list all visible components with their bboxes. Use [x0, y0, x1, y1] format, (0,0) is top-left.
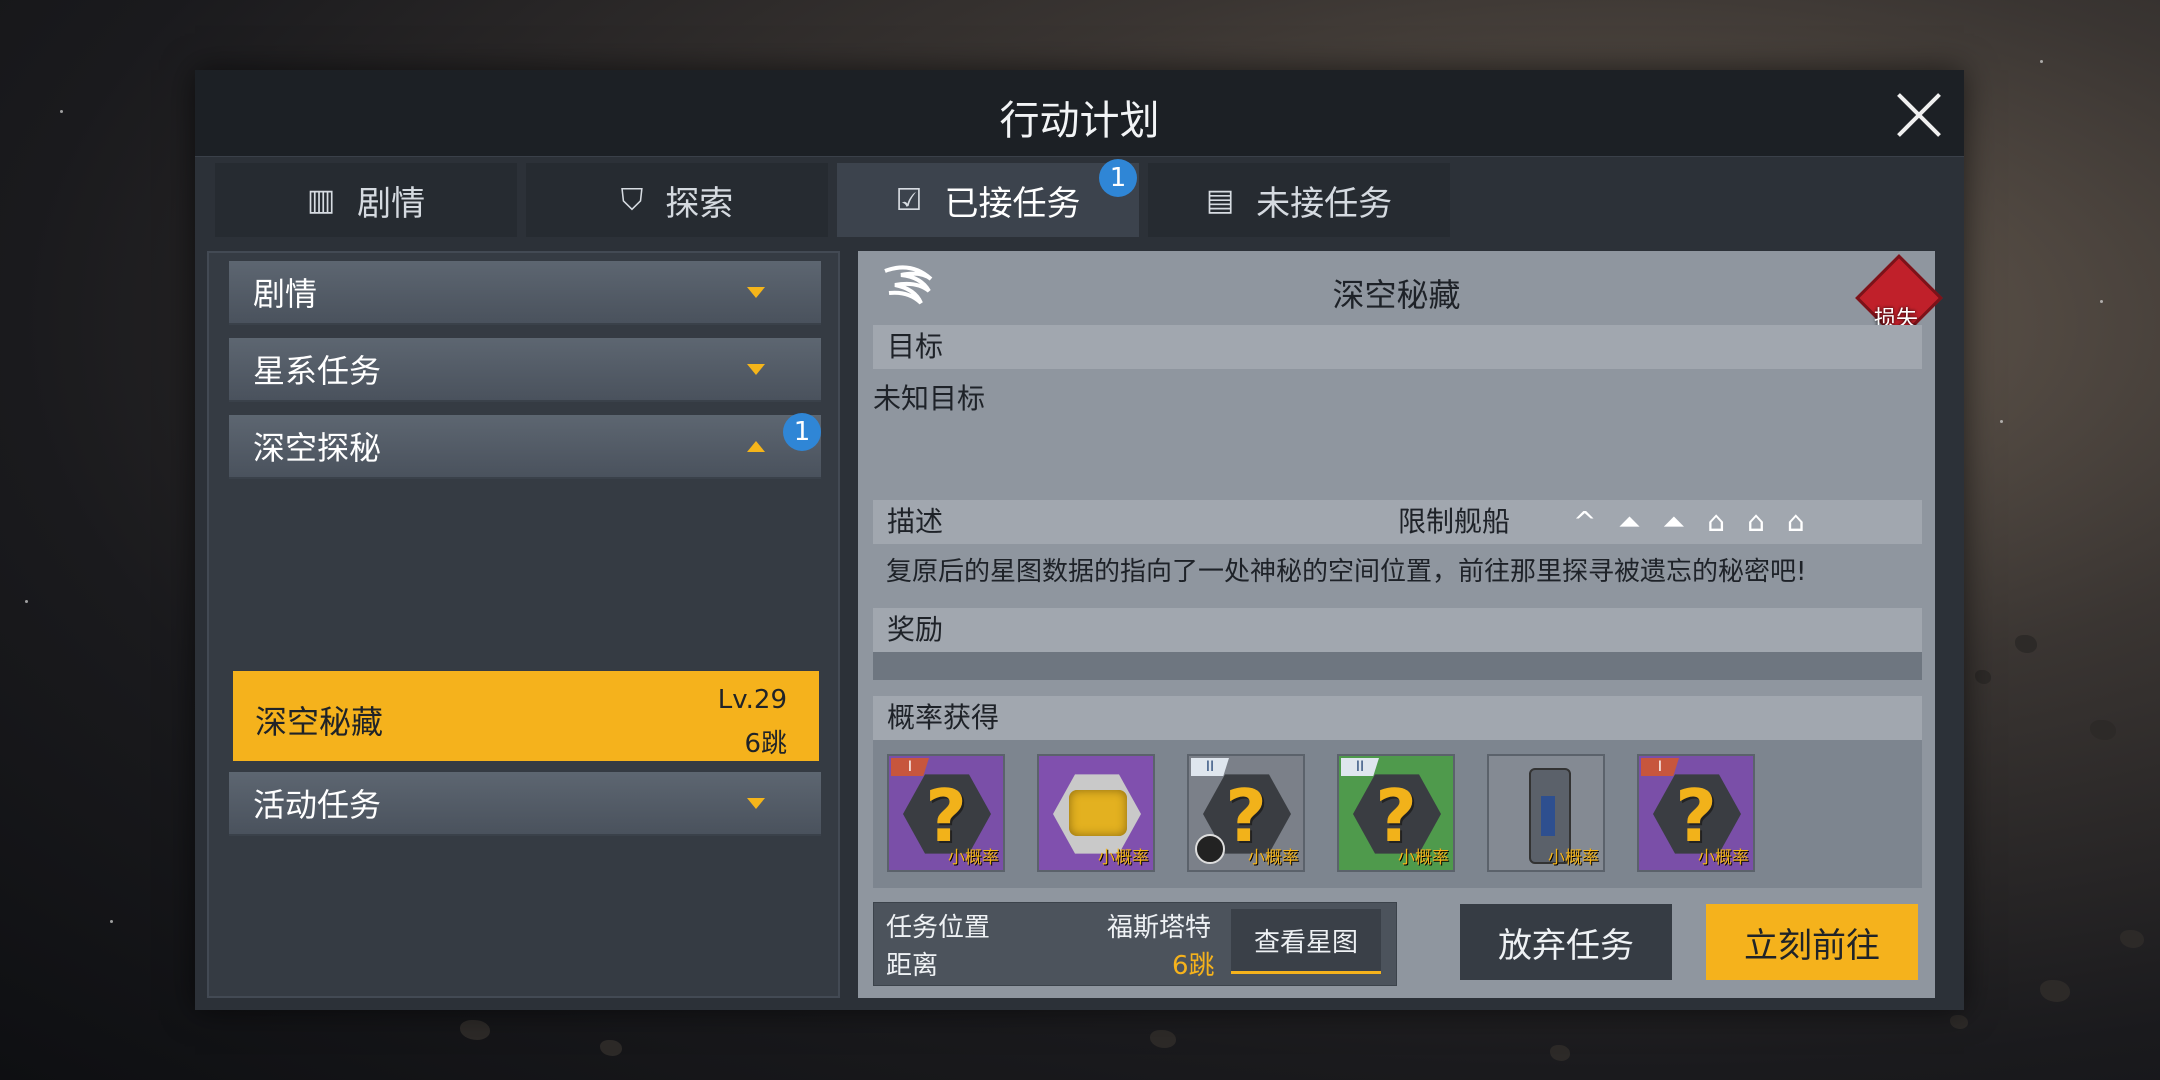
description-text: 复原后的星图数据的指向了一处神秘的空间位置，前往那里探寻被遗忘的秘密吧!	[886, 557, 1807, 587]
chance-header: 概率获得	[873, 696, 1922, 740]
distance-label: 距离	[886, 951, 939, 981]
mission-level: Lv.29	[717, 685, 787, 715]
tab-story[interactable]: ▥ 剧情	[215, 163, 517, 237]
rank-badge: II	[1341, 758, 1379, 776]
ship-limit-label: 限制舰船	[1398, 505, 1511, 538]
ship-class-icons: ^ ⏶ ⏶ ⌂ ⌂ ⌂	[1573, 500, 1805, 544]
chance-tag: 小概率	[1698, 848, 1749, 868]
explore-icon: ⛉	[620, 182, 644, 218]
reward-item[interactable]: ? II 小概率	[1187, 754, 1305, 872]
canister-core	[1541, 796, 1555, 836]
book-icon: ▥	[306, 182, 336, 218]
category-galaxy-tasks[interactable]: 星系任务	[229, 338, 821, 402]
frigate-icon: ^	[1573, 505, 1597, 538]
view-starmap-button[interactable]: 查看星图	[1231, 909, 1381, 974]
pending-task-icon: ▤	[1205, 182, 1235, 218]
cruiser-icon: ⏶	[1662, 505, 1686, 538]
reward-item[interactable]: ? I 小概率	[887, 754, 1005, 872]
tab-label: 探索	[665, 183, 734, 224]
mission-item-selected[interactable]: 深空秘藏 Lv.29 6跳	[233, 671, 819, 761]
chevron-down-icon	[747, 798, 765, 809]
mission-plan-window: 行动计划 ▥ 剧情 ⛉ 探索 ☑ 已接任务 1 ▤ 未接任务 剧情 星系任务 深…	[195, 70, 1964, 1010]
category-story[interactable]: 剧情	[229, 261, 821, 325]
goal-header: 目标	[873, 325, 1922, 369]
category-label: 剧情	[253, 275, 318, 313]
battlecruiser-icon: ⌂	[1707, 505, 1726, 538]
reward-bar	[873, 652, 1922, 680]
chance-tag: 小概率	[1548, 848, 1599, 868]
category-label: 深空探秘	[253, 429, 382, 467]
battleship-icon: ⌂	[1747, 505, 1765, 538]
category-deep-space[interactable]: 深空探秘 1	[229, 413, 821, 479]
gold-ore-icon	[1069, 790, 1127, 836]
title-bar: 行动计划	[195, 70, 1964, 157]
tab-label: 剧情	[357, 183, 426, 224]
go-now-button[interactable]: 立刻前往	[1706, 904, 1918, 980]
reward-item[interactable]: 小概率	[1037, 754, 1155, 872]
notification-badge: 1	[783, 413, 821, 451]
location-value: 福斯塔特	[1107, 913, 1212, 943]
mission-jumps: 6跳	[744, 729, 787, 759]
chevron-down-icon	[747, 287, 765, 298]
category-event-tasks[interactable]: 活动任务	[229, 772, 821, 836]
mission-detail-panel: 深空秘藏 损失 目标 未知目标 描述 限制舰船 ^ ⏶ ⏶ ⌂ ⌂ ⌂ 复原后的…	[858, 251, 1943, 998]
loss-warning-badge: 损失	[1855, 254, 1943, 342]
goal-text: 未知目标	[873, 382, 986, 415]
chance-tag: 小概率	[948, 848, 999, 868]
close-icon[interactable]	[1892, 88, 1946, 142]
chance-tag: 小概率	[1098, 848, 1149, 868]
rank-badge: I	[891, 758, 929, 776]
abandon-task-button[interactable]: 放弃任务	[1460, 904, 1672, 980]
chevron-down-icon	[747, 364, 765, 375]
tab-label: 未接任务	[1256, 183, 1393, 224]
reward-item[interactable]: ? I 小概率	[1637, 754, 1755, 872]
description-row: 描述 限制舰船 ^ ⏶ ⏶ ⌂ ⌂ ⌂	[873, 500, 1922, 544]
tab-accepted-tasks[interactable]: ☑ 已接任务 1	[837, 159, 1139, 237]
window-title: 行动计划	[999, 98, 1160, 144]
chance-tag: 小概率	[1248, 848, 1299, 868]
tab-explore[interactable]: ⛉ 探索	[526, 163, 828, 237]
location-label: 任务位置	[886, 913, 991, 943]
rank-badge: I	[1641, 758, 1679, 776]
mission-title: 深空秘藏	[1332, 276, 1461, 314]
notification-badge: 1	[1099, 159, 1137, 197]
category-label: 星系任务	[253, 352, 382, 390]
rank-badge: II	[1191, 758, 1229, 776]
chevron-up-icon	[747, 441, 765, 452]
pilot-icon	[1195, 834, 1225, 864]
tab-pending-tasks[interactable]: ▤ 未接任务	[1148, 163, 1450, 237]
reward-item[interactable]: 小概率	[1487, 754, 1605, 872]
destroyer-icon: ⏶	[1618, 505, 1641, 538]
chance-tag: 小概率	[1398, 848, 1449, 868]
category-label: 活动任务	[253, 786, 382, 824]
mission-category-list: 剧情 星系任务 深空探秘 1 深空秘藏 Lv.29 6跳 活动任务	[207, 251, 840, 998]
description-header: 描述	[887, 505, 944, 538]
mission-name: 深空秘藏	[255, 703, 384, 741]
reward-item[interactable]: ? II 小概率	[1337, 754, 1455, 872]
carrier-icon: ⌂	[1786, 505, 1805, 538]
accepted-task-icon: ☑	[895, 182, 923, 218]
reward-header: 奖励	[873, 608, 1922, 652]
location-box: 任务位置 福斯塔特 距离 6跳 查看星图	[873, 902, 1397, 986]
distance-value: 6跳	[1172, 951, 1215, 981]
chance-items: ? I 小概率 小概率 ? II 小概率 ? II 小概率 小概率 ? I 小概…	[873, 740, 1922, 888]
tab-label: 已接任务	[944, 183, 1081, 224]
